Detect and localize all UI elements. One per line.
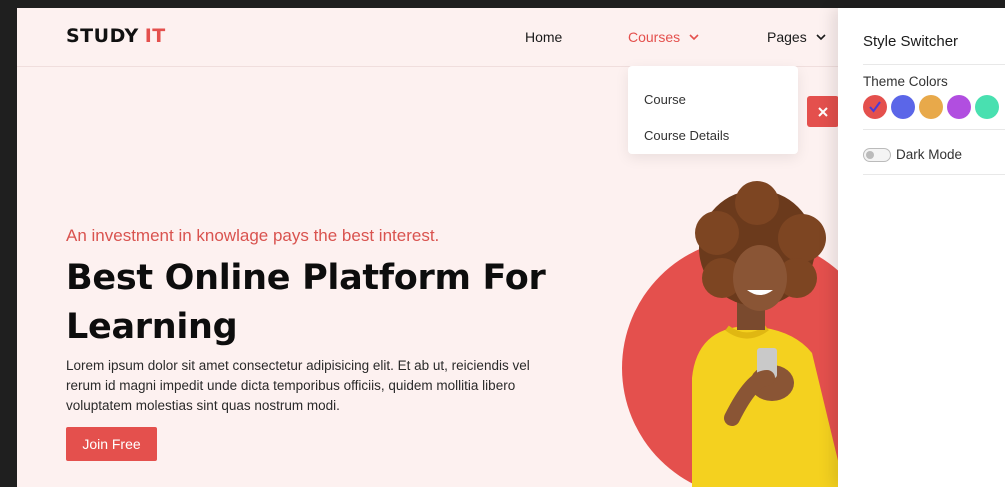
dropdown-item-course[interactable]: Course	[644, 92, 686, 107]
swatch-green[interactable]	[975, 95, 999, 119]
swatch-purple[interactable]	[947, 95, 971, 119]
toggle-knob	[866, 151, 874, 159]
hero-description: Lorem ipsum dolor sit amet consectetur a…	[66, 358, 530, 413]
nav-pages-label: Pages	[767, 29, 807, 45]
divider	[863, 129, 1005, 130]
hero-title-line-2: Learning	[66, 307, 238, 347]
courses-dropdown: Course Course Details	[628, 66, 798, 154]
style-switcher-title: Style Switcher	[863, 33, 959, 50]
close-switcher-button[interactable]	[807, 96, 839, 127]
dark-mode-label: Dark Mode	[896, 147, 963, 162]
style-switcher-panel: Style Switcher Theme Colors Dark Mode	[838, 8, 1005, 487]
hero-image	[622, 181, 867, 487]
nav-courses[interactable]: Courses	[628, 29, 700, 45]
hero-title-line-1: Best Online Platform For	[66, 258, 546, 298]
swatch-red[interactable]	[863, 95, 887, 119]
hero-title: Best Online Platform For Learning	[66, 254, 586, 352]
logo[interactable]: STUDY IT	[66, 25, 166, 47]
close-icon	[818, 106, 828, 117]
nav-courses-label: Courses	[628, 29, 681, 45]
chevron-down-icon	[689, 34, 699, 41]
chevron-down-icon	[816, 34, 826, 41]
join-free-button[interactable]: Join Free	[66, 427, 157, 461]
nav-pages[interactable]: Pages	[767, 29, 827, 45]
theme-color-swatches	[863, 95, 999, 119]
nav-home-label: Home	[525, 29, 563, 45]
dropdown-item-course-details[interactable]: Course Details	[644, 128, 729, 143]
dark-mode-toggle[interactable]	[863, 148, 891, 162]
divider	[863, 64, 1005, 65]
swatch-orange[interactable]	[919, 95, 943, 119]
swatch-blue[interactable]	[891, 95, 915, 119]
hero-tagline: An investment in knowlage pays the best …	[66, 226, 440, 245]
theme-colors-label: Theme Colors	[863, 74, 948, 89]
check-icon	[869, 101, 881, 113]
logo-accent-text: IT	[144, 25, 166, 47]
divider	[863, 174, 1005, 175]
nav-home[interactable]: Home	[525, 29, 562, 45]
logo-text: STUDY	[66, 25, 139, 47]
